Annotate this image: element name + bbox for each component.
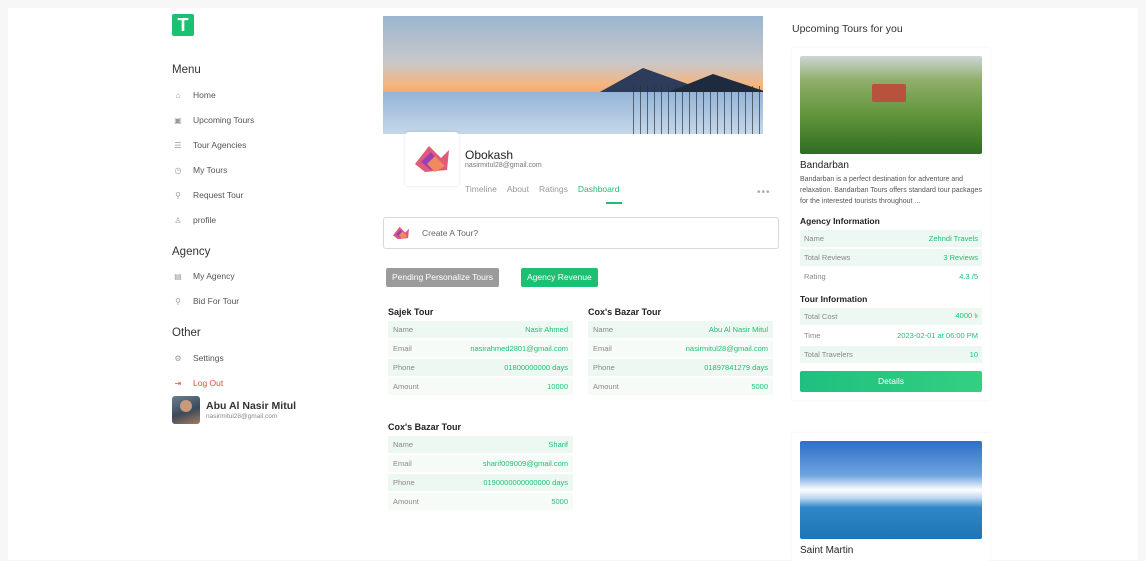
- home-icon: ⌂: [175, 90, 181, 100]
- logout-icon: ⇥: [174, 378, 182, 388]
- tour-row: Name Nasir Ahmed: [388, 321, 573, 338]
- agency-name: Obokash: [465, 148, 514, 162]
- tab-timeline[interactable]: Timeline: [465, 184, 497, 194]
- create-tour-placeholder: Create A Tour?: [422, 228, 479, 238]
- sidebar-item-my-tours[interactable]: ◷ My Tours: [172, 163, 228, 177]
- tour-title: Cox's Bazar Tour: [588, 307, 661, 317]
- sidebar-item-label: Settings: [193, 353, 224, 363]
- hiker-icon: ⚲: [175, 190, 181, 200]
- tab-dashboard[interactable]: Dashboard: [578, 184, 620, 194]
- tour-description: Bandarban is a perfect destination for a…: [800, 176, 982, 205]
- pending-tours-button[interactable]: Pending Personalize Tours: [386, 268, 499, 287]
- tour-name: Saint Martin: [800, 545, 854, 556]
- tour-title: Cox's Bazar Tour: [388, 422, 461, 432]
- dashboard-actions: Pending Personalize Tours Agency Revenue: [383, 264, 779, 290]
- tour-info-heading: Tour Information: [800, 294, 868, 304]
- building-icon: ▤: [174, 271, 182, 281]
- sidebar-item-label: Bid For Tour: [193, 296, 240, 306]
- tour-card: Cox's Bazar Tour Name Abu Al Nasir Mitul …: [583, 301, 778, 403]
- current-user[interactable]: Abu Al Nasir Mitul nasirmitul28@gmail.co…: [172, 396, 296, 424]
- hiker-icon: ⚲: [175, 296, 181, 306]
- clock-icon: ◷: [174, 165, 182, 175]
- upcoming-tour-card: Bandarban Bandarban is a perfect destina…: [792, 48, 990, 400]
- cover-photo: [383, 16, 763, 134]
- tour-row: Amount 5000: [388, 493, 573, 510]
- calendar-icon: ▣: [174, 115, 182, 125]
- info-row: Total Reviews 3 Reviews: [800, 249, 982, 266]
- agency-logo-icon: [393, 226, 409, 240]
- agency-heading: Agency: [172, 246, 211, 258]
- sidebar-item-home[interactable]: ⌂ Home: [172, 88, 216, 102]
- profile-card: Obokash nasirmitul28@gmail.com Timeline …: [375, 10, 771, 206]
- tour-row: Amount 10000: [388, 378, 573, 395]
- tour-name: Bandarban: [800, 160, 849, 171]
- more-options-button[interactable]: •••: [757, 187, 771, 198]
- tour-row: Phone 01897841279 days: [588, 359, 773, 376]
- sidebar-item-label: Tour Agencies: [193, 140, 247, 150]
- sidebar-item-upcoming-tours[interactable]: ▣ Upcoming Tours: [172, 113, 254, 127]
- other-heading: Other: [172, 327, 201, 339]
- tour-card: Cox's Bazar Tour Name Sharif Email sharif0…: [383, 416, 578, 518]
- user-icon: ♙: [174, 215, 182, 225]
- info-row: Time 2023-02-01 at 06:00 PM: [800, 327, 982, 344]
- info-row: Name Zehndi Travels: [800, 230, 982, 247]
- avatar: [172, 396, 200, 424]
- tour-title: Sajek Tour: [388, 307, 434, 317]
- tour-row: Name Sharif: [388, 436, 573, 453]
- sidebar-item-label: Log Out: [193, 378, 224, 388]
- sidebar-item-label: My Tours: [193, 165, 228, 175]
- sidebar-item-label: My Agency: [193, 271, 235, 281]
- agency-email: nasirmitul28@gmail.com: [465, 162, 542, 169]
- agency-revenue-button[interactable]: Agency Revenue: [521, 268, 598, 287]
- create-tour-input[interactable]: Create A Tour?: [383, 217, 779, 249]
- sidebar-item-request-tour[interactable]: ⚲ Request Tour: [172, 188, 243, 202]
- sidebar-item-bid-for-tour[interactable]: ⚲ Bid For Tour: [172, 294, 239, 308]
- tour-row: Amount 5000: [588, 378, 773, 395]
- user-email: nasirmitul28@gmail.com: [206, 413, 278, 420]
- user-name: Abu Al Nasir Mitul: [206, 400, 297, 412]
- sidebar-item-label: profile: [193, 215, 217, 225]
- tour-row: Phone 01800000000 days: [388, 359, 573, 376]
- tour-row: Email sharif009009@gmail.com: [388, 455, 573, 472]
- sidebar-item-label: Request Tour: [193, 190, 244, 200]
- agency-info-heading: Agency Information: [800, 216, 880, 226]
- tab-ratings[interactable]: Ratings: [539, 184, 568, 194]
- sidebar-item-my-agency[interactable]: ▤ My Agency: [172, 269, 235, 283]
- sidebar-item-label: Upcoming Tours: [193, 115, 255, 125]
- active-tab-indicator: [606, 202, 622, 204]
- gear-icon: ⚙: [174, 353, 182, 363]
- menu-heading: Menu: [172, 64, 201, 76]
- details-button[interactable]: Details: [800, 371, 982, 392]
- sidebar-item-settings[interactable]: ⚙ Settings: [172, 351, 224, 365]
- tour-row: Email nasirmitul28@gmail.com: [588, 340, 773, 357]
- tour-row: Email nasirahmed2801@gmail.com: [388, 340, 573, 357]
- list-icon: ☰: [174, 140, 182, 150]
- tour-image: [800, 441, 982, 539]
- app-logo[interactable]: T: [172, 14, 194, 36]
- sidebar-item-label: Home: [193, 90, 216, 100]
- upcoming-tour-card: Saint Martin: [792, 433, 990, 561]
- info-row: Total Cost 4000 ৳: [800, 308, 982, 325]
- profile-tabs: Timeline About Ratings Dashboard: [465, 184, 629, 194]
- tour-card: Sajek Tour Name Nasir Ahmed Email nasirahm…: [383, 301, 578, 403]
- tab-about[interactable]: About: [507, 184, 529, 194]
- sidebar-item-profile[interactable]: ♙ profile: [172, 213, 216, 227]
- upcoming-tours-heading: Upcoming Tours for you: [792, 23, 903, 35]
- tour-image: [800, 56, 982, 154]
- tour-row: Phone 0190000000000000 days: [388, 474, 573, 491]
- sidebar-item-logout[interactable]: ⇥ Log Out: [172, 376, 224, 390]
- tour-row: Name Abu Al Nasir Mitul: [588, 321, 773, 338]
- info-row: Total Travelers 10: [800, 346, 982, 363]
- agency-logo: [405, 132, 459, 186]
- sidebar-item-tour-agencies[interactable]: ☰ Tour Agencies: [172, 138, 246, 152]
- info-row: Rating 4.3 /5: [800, 268, 982, 285]
